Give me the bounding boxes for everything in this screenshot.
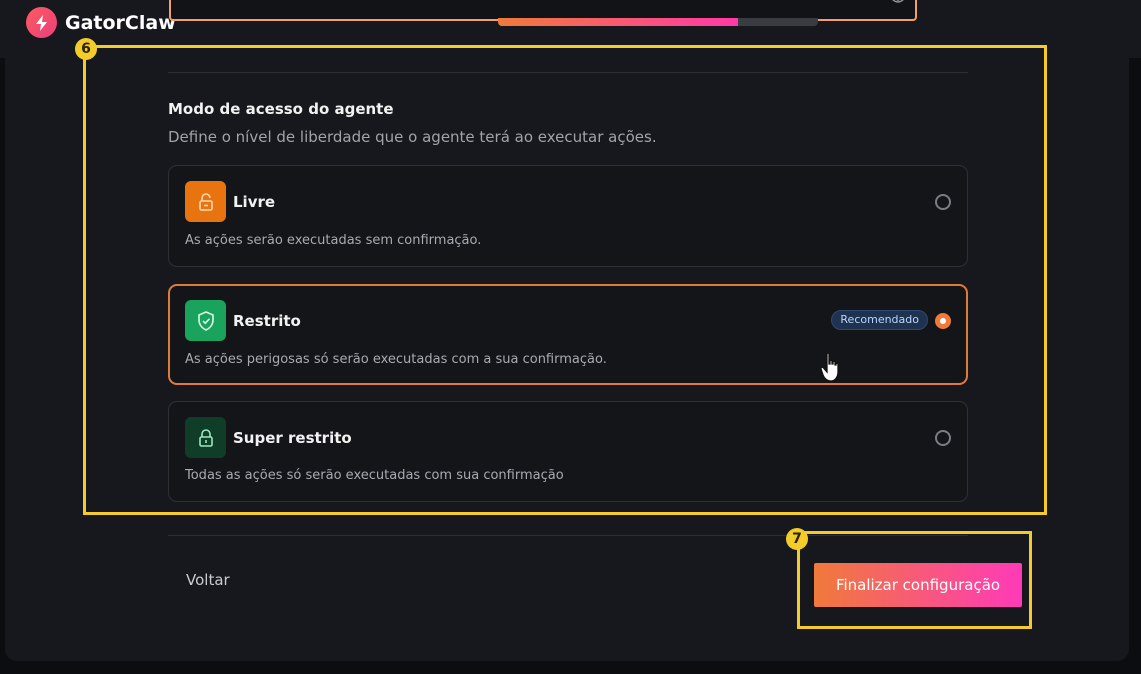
app-logo[interactable]: GatorClaw xyxy=(26,7,176,38)
eye-icon[interactable] xyxy=(891,0,905,4)
app-name: GatorClaw xyxy=(65,11,176,34)
back-button[interactable]: Voltar xyxy=(186,571,230,589)
progress-fill xyxy=(498,18,738,26)
hand-cursor-icon xyxy=(820,352,839,382)
step-marker-6: 6 xyxy=(75,38,97,60)
step-marker-7: 7 xyxy=(786,528,808,550)
highlight-box-6 xyxy=(83,45,1047,515)
password-masked-value: •••••••••••• xyxy=(181,0,260,6)
progress-bar xyxy=(498,18,818,26)
highlight-box-7 xyxy=(797,531,1032,629)
bolt-icon xyxy=(26,7,57,38)
